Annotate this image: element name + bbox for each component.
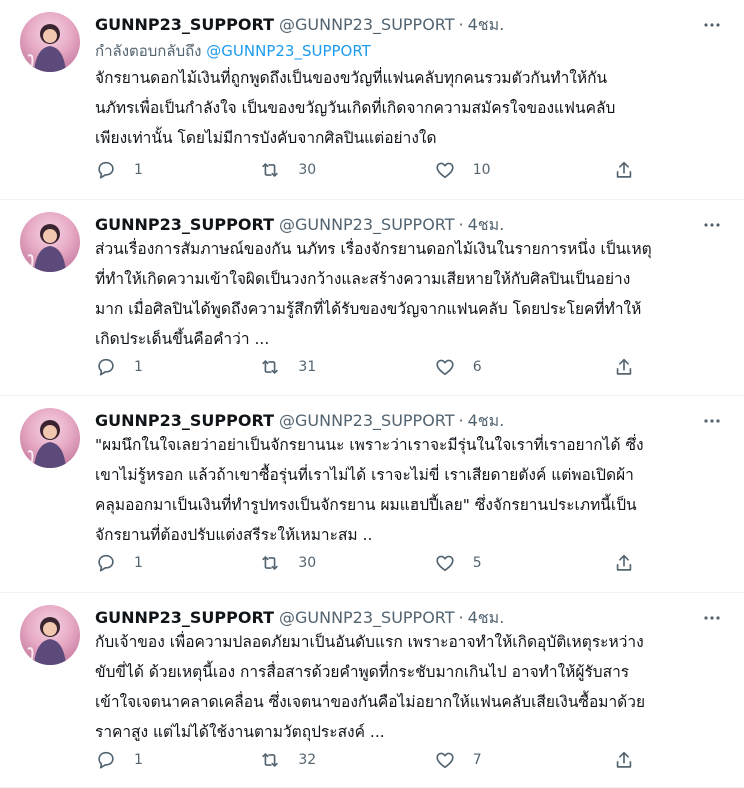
share-upload-icon: [616, 751, 632, 768]
more-button[interactable]: [700, 607, 724, 629]
user-handle[interactable]: @GUNNP23_SUPPORT: [279, 410, 455, 432]
timestamp[interactable]: 4ชม.: [468, 410, 505, 432]
avatar[interactable]: [20, 212, 80, 272]
tweet[interactable]: GUNNP23_SUPPORT @GUNNP23_SUPPORT · 4ชม. …: [0, 200, 744, 396]
tweet-text: จักรยานดอกไม้เงินที่ถูกพูดถึงเป็นของขวัญ…: [95, 69, 616, 147]
like-count: 7: [472, 752, 482, 768]
user-handle[interactable]: @GUNNP23_SUPPORT: [279, 14, 455, 36]
share-button[interactable]: [613, 749, 635, 771]
reply-count: 1: [134, 555, 143, 571]
more-button[interactable]: [700, 410, 724, 432]
tweet-actions: 1 32 7: [95, 748, 635, 772]
tweet-header: GUNNP23_SUPPORT @GUNNP23_SUPPORT · 4ชม.: [95, 607, 724, 629]
separator-dot: ·: [458, 15, 464, 34]
tweet-header: GUNNP23_SUPPORT @GUNNP23_SUPPORT · 4ชม.: [95, 214, 724, 236]
share-button[interactable]: [613, 552, 635, 574]
reply-bubble-icon: [98, 358, 114, 376]
like-button[interactable]: 10: [434, 159, 613, 181]
retweet-icon: [262, 360, 279, 374]
share-upload-icon: [616, 358, 632, 375]
display-name[interactable]: GUNNP23_SUPPORT: [95, 410, 274, 432]
reply-count: 1: [134, 359, 143, 375]
separator-dot: ·: [458, 215, 464, 234]
tweet[interactable]: GUNNP23_SUPPORT @GUNNP23_SUPPORT · 4ชม. …: [0, 396, 744, 593]
tweet-text: ส่วนเรื่องการสัมภาษณ์ของกัน นภัทร เรื่อง…: [95, 240, 652, 348]
user-handle[interactable]: @GUNNP23_SUPPORT: [279, 607, 455, 629]
reply-button[interactable]: 1: [95, 356, 259, 378]
share-button[interactable]: [613, 356, 635, 378]
like-count: 6: [472, 359, 482, 375]
reply-button[interactable]: 1: [95, 159, 259, 181]
heart-icon: [436, 555, 454, 572]
share-button[interactable]: [613, 159, 635, 181]
display-name[interactable]: GUNNP23_SUPPORT: [95, 214, 274, 236]
timestamp[interactable]: 4ชม.: [468, 607, 505, 629]
timestamp[interactable]: 4ชม.: [468, 214, 505, 236]
share-upload-icon: [616, 161, 632, 178]
replying-to-label: กำลังตอบกลับถึง: [95, 42, 202, 60]
retweet-button[interactable]: 32: [259, 749, 433, 771]
tweet-actions: 1 31 6: [95, 355, 635, 379]
mention-link[interactable]: @GUNNP23_SUPPORT: [206, 42, 371, 60]
display-name[interactable]: GUNNP23_SUPPORT: [95, 14, 274, 36]
reply-bubble-icon: [98, 751, 114, 769]
user-handle[interactable]: @GUNNP23_SUPPORT: [279, 214, 455, 236]
more-dots-icon: [704, 23, 720, 27]
reply-count: 1: [134, 162, 143, 178]
retweet-count: 30: [298, 555, 317, 571]
timestamp[interactable]: 4ชม.: [468, 14, 505, 36]
avatar[interactable]: [20, 408, 80, 468]
tweet-header: GUNNP23_SUPPORT @GUNNP23_SUPPORT · 4ชม.: [95, 14, 724, 36]
tweet[interactable]: GUNNP23_SUPPORT @GUNNP23_SUPPORT · 4ชม. …: [0, 593, 744, 788]
retweet-button[interactable]: 31: [259, 356, 433, 378]
like-count: 10: [472, 162, 491, 178]
retweet-count: 31: [298, 359, 317, 375]
heart-icon: [436, 162, 454, 179]
tweet-actions: 1 30 10: [95, 158, 635, 182]
reply-bubble-icon: [98, 161, 114, 179]
retweet-button[interactable]: 30: [259, 159, 433, 181]
tweet[interactable]: GUNNP23_SUPPORT @GUNNP23_SUPPORT · 4ชม. …: [0, 0, 744, 200]
tweet-text: กับเจ้าของ เพื่อความปลอดภัยมาเป็นอันดับแ…: [95, 633, 646, 741]
more-button[interactable]: [700, 14, 724, 36]
avatar-image-icon: [27, 617, 66, 665]
share-upload-icon: [616, 554, 632, 571]
reply-bubble-icon: [98, 554, 114, 572]
replying-to: กำลังตอบกลับถึง @GUNNP23_SUPPORT: [95, 40, 371, 62]
like-button[interactable]: 5: [434, 552, 613, 574]
retweet-button[interactable]: 30: [259, 552, 433, 574]
retweet-count: 32: [298, 752, 317, 768]
avatar[interactable]: [20, 12, 80, 72]
separator-dot: ·: [458, 608, 464, 627]
separator-dot: ·: [458, 411, 464, 430]
retweet-icon: [262, 753, 279, 767]
avatar-image-icon: [27, 420, 66, 468]
more-dots-icon: [704, 616, 720, 620]
heart-icon: [436, 359, 454, 376]
avatar-image-icon: [27, 224, 66, 272]
reply-button[interactable]: 1: [95, 749, 259, 771]
avatar[interactable]: [20, 605, 80, 665]
retweet-icon: [262, 163, 279, 177]
tweet-header: GUNNP23_SUPPORT @GUNNP23_SUPPORT · 4ชม.: [95, 410, 724, 432]
more-dots-icon: [704, 419, 720, 423]
reply-button[interactable]: 1: [95, 552, 259, 574]
tweet-actions: 1 30 5: [95, 551, 635, 575]
retweet-icon: [262, 556, 279, 570]
more-button[interactable]: [700, 214, 724, 236]
like-count: 5: [472, 555, 482, 571]
tweet-text: "ผมนึกในใจเลยว่าอย่าเป็นจักรยานนะ เพราะว…: [95, 436, 644, 544]
more-dots-icon: [704, 223, 720, 227]
like-button[interactable]: 7: [434, 749, 613, 771]
display-name[interactable]: GUNNP23_SUPPORT: [95, 607, 274, 629]
like-button[interactable]: 6: [434, 356, 613, 378]
heart-icon: [436, 752, 454, 769]
reply-count: 1: [134, 752, 143, 768]
avatar-image-icon: [27, 24, 66, 72]
retweet-count: 30: [298, 162, 317, 178]
